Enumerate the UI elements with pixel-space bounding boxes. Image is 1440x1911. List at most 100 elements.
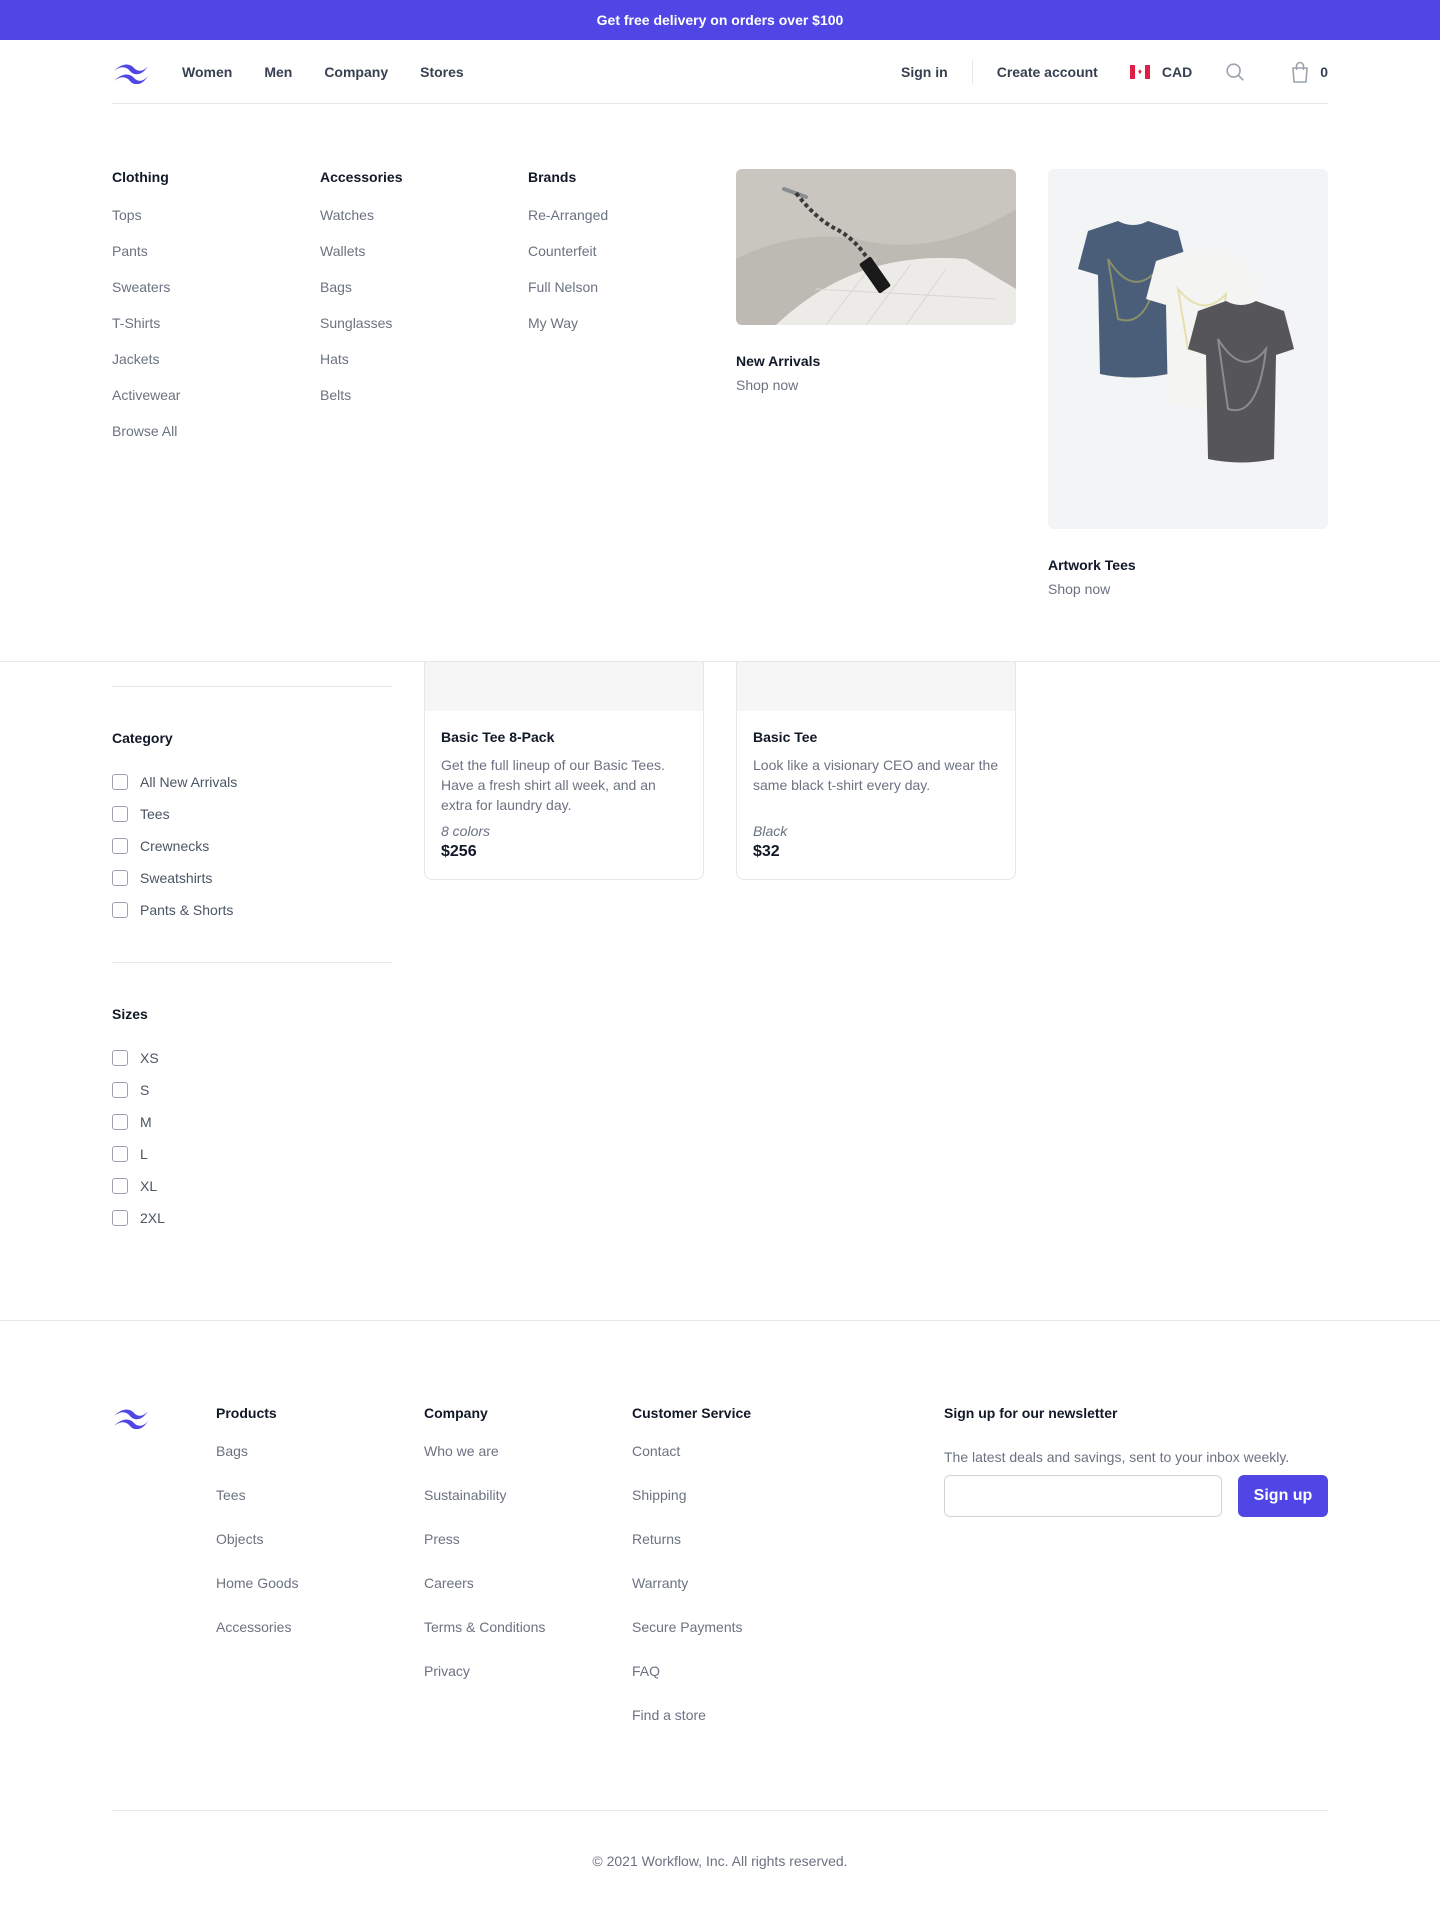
flyout-link[interactable]: Hats (320, 351, 403, 387)
filter-group-sizes: Sizes XS S M L XL 2XL (112, 1006, 392, 1234)
footer-link[interactable]: Home Goods (216, 1575, 298, 1619)
flyout-link[interactable]: Re-Arranged (528, 207, 608, 243)
canada-flag-icon: ♦ (1129, 64, 1150, 79)
flyout-heading: Brands (528, 169, 577, 185)
footer-link[interactable]: Find a store (632, 1707, 751, 1751)
newsletter-signup-button[interactable]: Sign up (1238, 1475, 1328, 1517)
footer-link[interactable]: Secure Payments (632, 1619, 751, 1663)
footer-link[interactable]: Accessories (216, 1619, 298, 1663)
flyout-link[interactable]: Belts (320, 387, 403, 423)
copyright: © 2021 Workflow, Inc. All rights reserve… (112, 1810, 1328, 1869)
filter-heading: Category (112, 730, 173, 746)
flyout-heading: Accessories (320, 169, 403, 185)
footer-link[interactable]: Tees (216, 1487, 298, 1531)
promo-cta[interactable]: Shop now (1048, 581, 1328, 597)
nav-women[interactable]: Women (182, 64, 232, 80)
newsletter-email-input[interactable] (944, 1475, 1222, 1517)
footer-column-products: Products Bags Tees Objects Home Goods Ac… (216, 1405, 298, 1663)
promo-cta[interactable]: Shop now (736, 377, 1016, 393)
nav-stores[interactable]: Stores (420, 64, 464, 80)
flyout-link[interactable]: Full Nelson (528, 279, 608, 315)
checkbox[interactable] (112, 774, 128, 790)
product-description: Look like a visionary CEO and wear the s… (753, 757, 999, 793)
footer-link[interactable]: Sustainability (424, 1487, 545, 1531)
footer-heading: Customer Service (632, 1405, 752, 1421)
promo-new-arrivals[interactable]: New Arrivals Shop now (736, 169, 1016, 393)
nav-company[interactable]: Company (324, 64, 388, 80)
cart-button[interactable]: 0 (1290, 61, 1328, 83)
checkbox[interactable] (112, 870, 128, 886)
product-price: $256 (441, 843, 477, 860)
filter-option[interactable]: Crewnecks (112, 830, 392, 862)
footer-link[interactable]: Returns (632, 1531, 751, 1575)
flyout-link[interactable]: Sweaters (112, 279, 180, 315)
filter-option[interactable]: XS (112, 1042, 392, 1074)
flyout-link[interactable]: Activewear (112, 387, 180, 423)
promo-image (736, 169, 1016, 325)
flyout-link[interactable]: Jackets (112, 351, 180, 387)
flyout-link[interactable]: Bags (320, 279, 403, 315)
filter-option[interactable]: Pants & Shorts (112, 894, 392, 926)
product-price: $32 (753, 843, 780, 860)
checkbox[interactable] (112, 806, 128, 822)
checkbox[interactable] (112, 1050, 128, 1066)
filter-option[interactable]: Tees (112, 798, 392, 830)
filter-group-category: Category All New Arrivals Tees Crewnecks… (112, 730, 392, 926)
currency-selector[interactable]: ♦ CAD (1129, 64, 1192, 80)
footer-link[interactable]: Who we are (424, 1443, 545, 1487)
filter-option[interactable]: L (112, 1138, 392, 1170)
filter-option[interactable]: All New Arrivals (112, 766, 392, 798)
flyout-link[interactable]: Counterfeit (528, 243, 608, 279)
site-footer: Products Bags Tees Objects Home Goods Ac… (0, 1320, 1440, 1911)
footer-link[interactable]: Warranty (632, 1575, 751, 1619)
footer-link[interactable]: Press (424, 1531, 545, 1575)
footer-link[interactable]: Terms & Conditions (424, 1619, 545, 1663)
flyout-link[interactable]: T-Shirts (112, 315, 180, 351)
footer-link[interactable]: FAQ (632, 1663, 751, 1707)
filter-option[interactable]: Sweatshirts (112, 862, 392, 894)
checkbox[interactable] (112, 902, 128, 918)
flyout-column-accessories: Accessories Watches Wallets Bags Sunglas… (320, 169, 403, 423)
footer-link[interactable]: Careers (424, 1575, 545, 1619)
main-nav: Women Men Company Stores (182, 64, 464, 80)
site-header: Women Men Company Stores Sign in Create … (112, 40, 1328, 104)
newsletter-heading: Sign up for our newsletter (944, 1405, 1118, 1421)
checkbox[interactable] (112, 1146, 128, 1162)
footer-link[interactable]: Bags (216, 1443, 298, 1487)
flyout-link[interactable]: My Way (528, 315, 608, 351)
checkbox[interactable] (112, 1178, 128, 1194)
promo-image (1048, 169, 1328, 529)
checkbox[interactable] (112, 1210, 128, 1226)
flyout-link[interactable]: Browse All (112, 423, 180, 459)
footer-column-company: Company Who we are Sustainability Press … (424, 1405, 545, 1707)
footer-link[interactable]: Contact (632, 1443, 751, 1487)
promo-title: New Arrivals (736, 353, 821, 369)
footer-logo-icon[interactable] (112, 1405, 150, 1434)
footer-link[interactable]: Shipping (632, 1487, 751, 1531)
footer-link[interactable]: Objects (216, 1531, 298, 1575)
flyout-link[interactable]: Wallets (320, 243, 403, 279)
flyout-link[interactable]: Watches (320, 207, 403, 243)
cart-count: 0 (1320, 63, 1328, 80)
checkbox[interactable] (112, 1114, 128, 1130)
flyout-link[interactable]: Tops (112, 207, 180, 243)
create-account-link[interactable]: Create account (997, 64, 1098, 80)
sign-in-link[interactable]: Sign in (901, 64, 948, 80)
footer-link[interactable]: Privacy (424, 1663, 545, 1707)
filter-option[interactable]: XL (112, 1170, 392, 1202)
product-options: 8 colors (441, 823, 491, 839)
filter-option[interactable]: M (112, 1106, 392, 1138)
nav-men[interactable]: Men (264, 64, 292, 80)
logo-icon[interactable] (112, 60, 150, 84)
checkbox[interactable] (112, 1082, 128, 1098)
filter-option[interactable]: 2XL (112, 1202, 392, 1234)
search-icon[interactable] (1224, 61, 1246, 83)
filter-option[interactable]: S (112, 1074, 392, 1106)
checkbox[interactable] (112, 838, 128, 854)
filters-sidebar: Category All New Arrivals Tees Crewnecks… (112, 686, 392, 1234)
flyout-menu: Clothing Tops Pants Sweaters T-Shirts Ja… (0, 105, 1440, 662)
promo-banner-text: Get free delivery on orders over $100 (596, 12, 844, 28)
promo-artwork-tees[interactable]: Artwork Tees Shop now (1048, 169, 1328, 597)
flyout-link[interactable]: Sunglasses (320, 315, 403, 351)
flyout-link[interactable]: Pants (112, 243, 180, 279)
